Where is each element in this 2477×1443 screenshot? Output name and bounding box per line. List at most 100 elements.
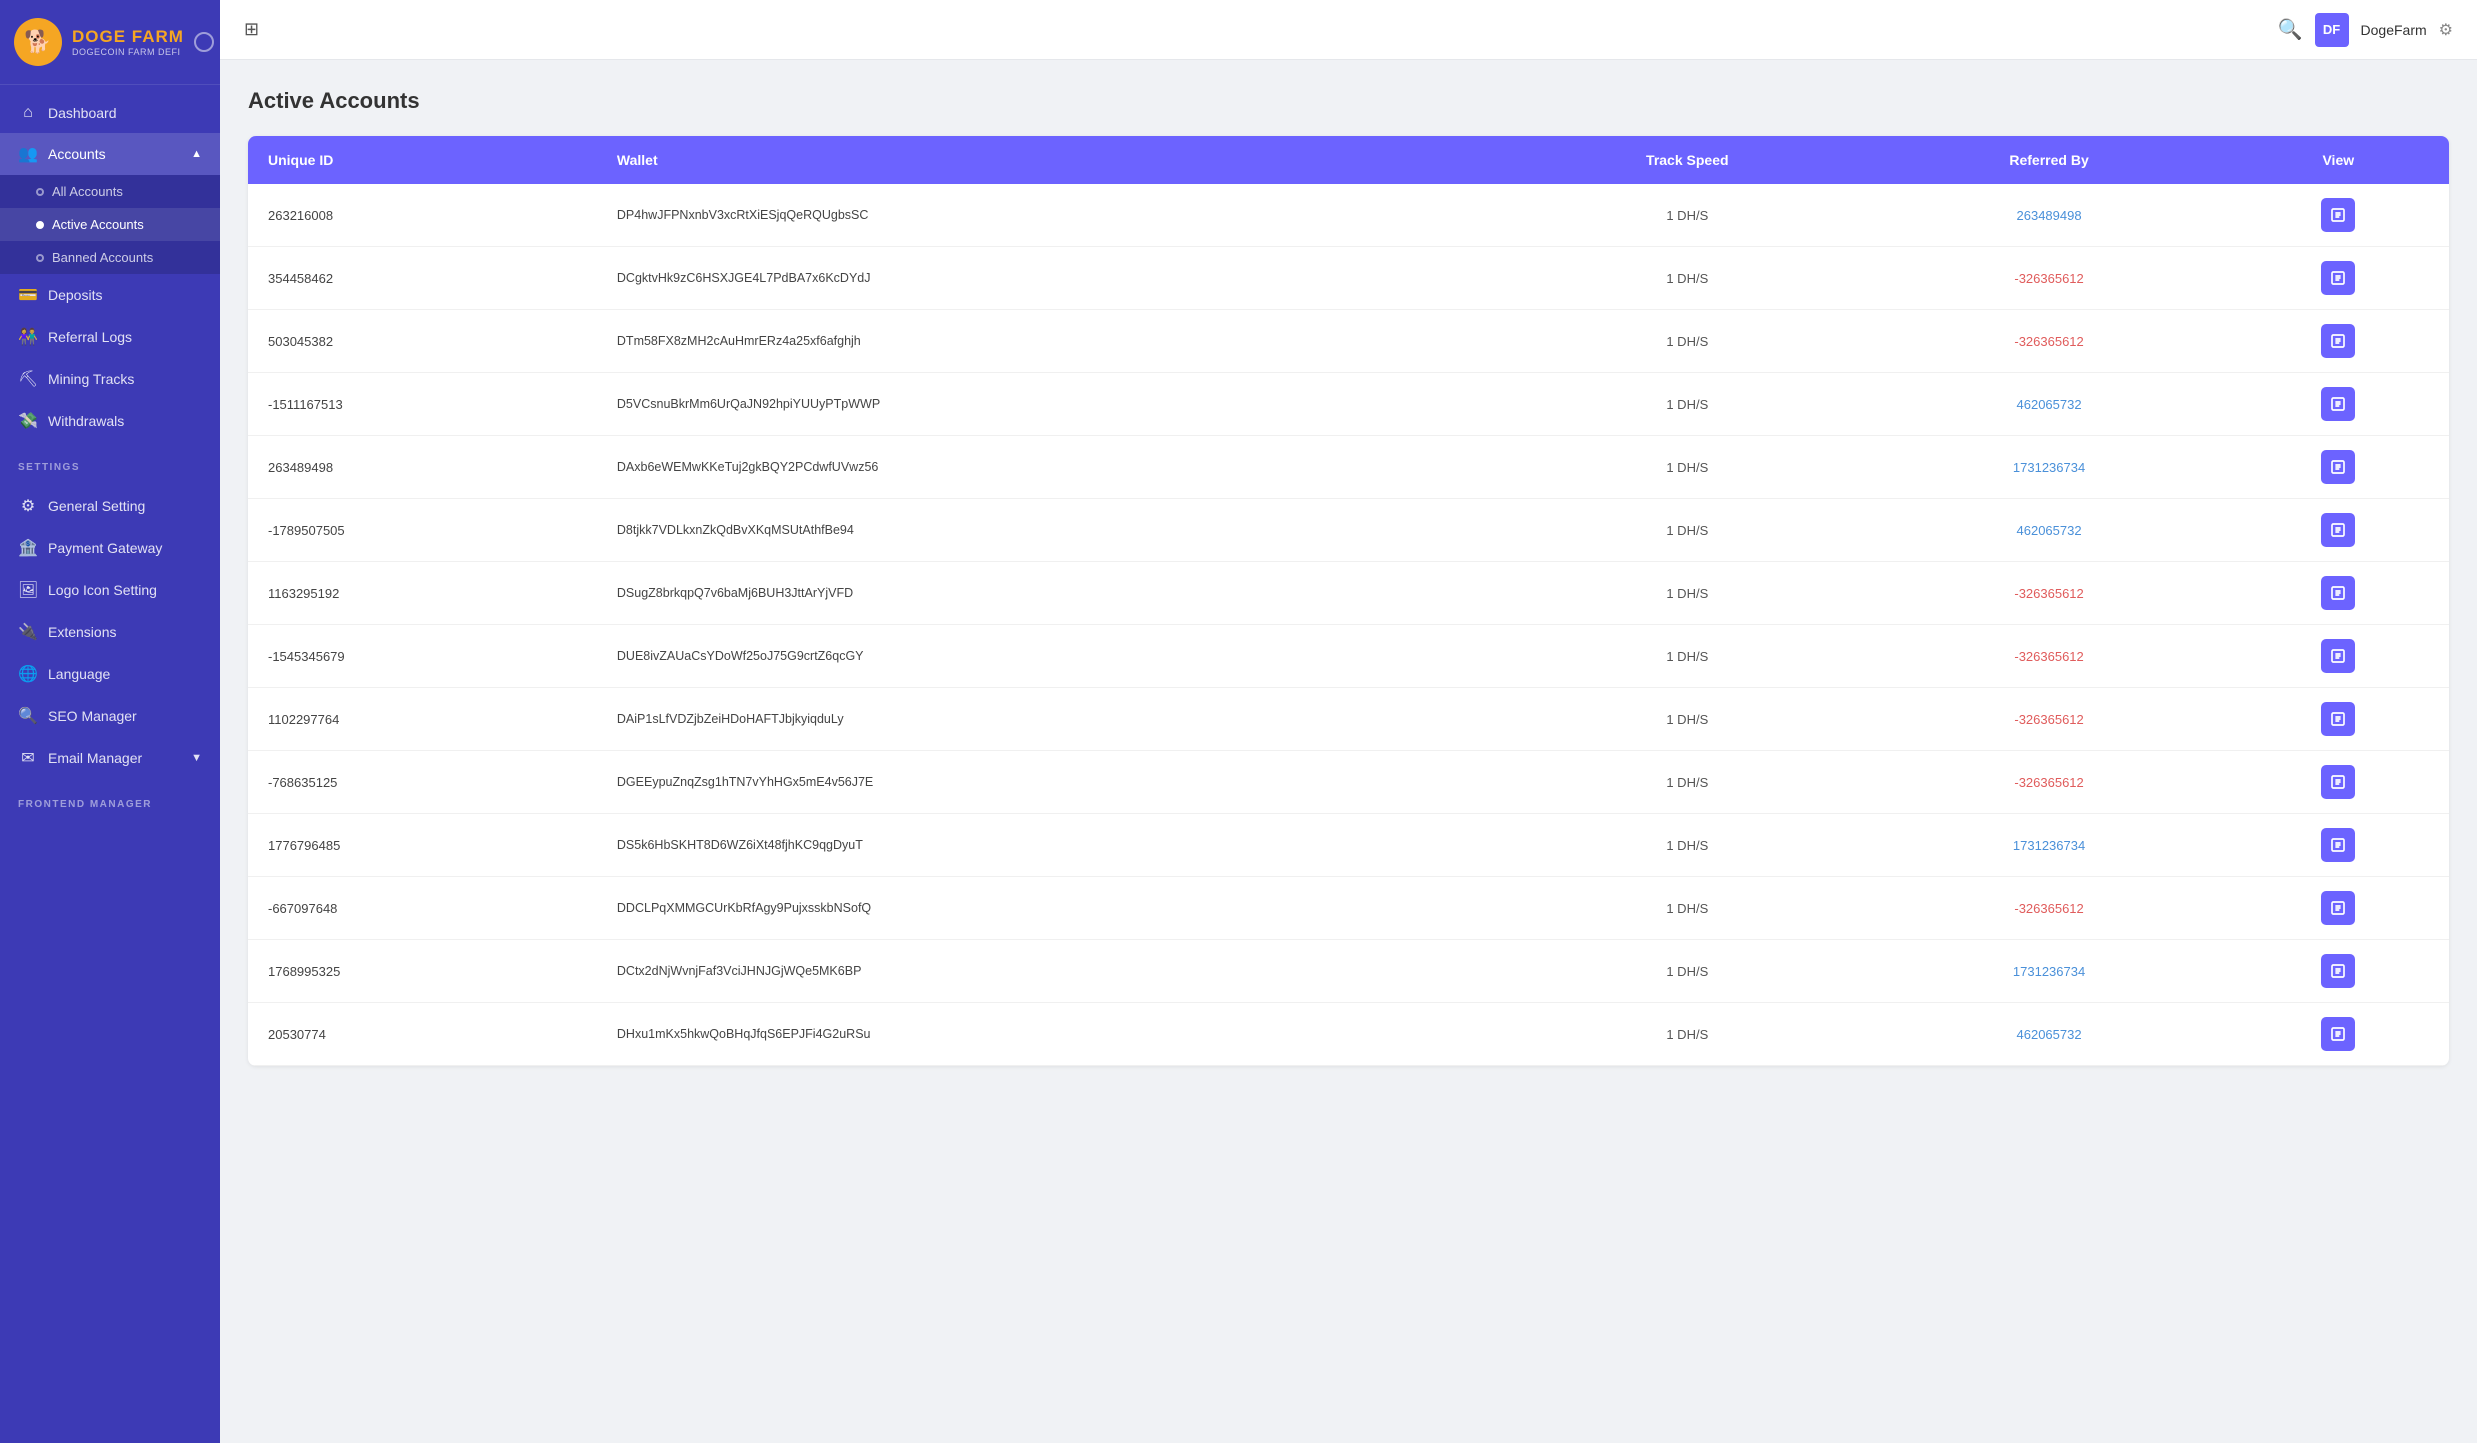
cell-wallet: DSugZ8brkqpQ7v6baMj6BUH3JttArYjVFD [597, 562, 1504, 625]
cell-referred: -326365612 [1871, 310, 2228, 373]
cell-referred: -326365612 [1871, 751, 2228, 814]
sidebar-item-mining-tracks[interactable]: ⛏ Mining Tracks [0, 358, 220, 400]
logo-text: DOGE FARM DOGECOIN FARM DEFI [72, 27, 184, 57]
sidebar-label-dashboard: Dashboard [48, 105, 117, 121]
sidebar-item-accounts[interactable]: 👥 Accounts ▲ [0, 133, 220, 175]
cell-view [2228, 1003, 2449, 1066]
view-button[interactable] [2321, 513, 2355, 547]
view-button[interactable] [2321, 261, 2355, 295]
cell-uid: 1102297764 [248, 688, 597, 751]
sidebar-item-withdrawals[interactable]: 💸 Withdrawals [0, 400, 220, 442]
cell-speed: 1 DH/S [1504, 373, 1870, 436]
view-button[interactable] [2321, 954, 2355, 988]
view-button[interactable] [2321, 387, 2355, 421]
cell-speed: 1 DH/S [1504, 184, 1870, 247]
logo-title: DOGE FARM [72, 27, 184, 47]
view-button[interactable] [2321, 639, 2355, 673]
expand-icon[interactable]: ⊞ [244, 19, 259, 40]
sidebar-label-extensions: Extensions [48, 624, 116, 640]
sidebar-item-email-manager[interactable]: ✉ Email Manager ▼ [0, 737, 220, 779]
table-row: -667097648 DDCLPqXMMGCUrKbRfAgy9Pujxsskb… [248, 877, 2449, 940]
cell-uid: -768635125 [248, 751, 597, 814]
cell-referred: 1731236734 [1871, 436, 2228, 499]
cell-wallet: DUE8ivZAUaCsYDoWf25oJ75G9crtZ6qcGY [597, 625, 1504, 688]
cell-wallet: DDCLPqXMMGCUrKbRfAgy9PujxsskbNSofQ [597, 877, 1504, 940]
sidebar-item-extensions[interactable]: 🔌 Extensions [0, 611, 220, 653]
sidebar-item-dashboard[interactable]: ⌂ Dashboard [0, 93, 220, 133]
table-header: Unique ID Wallet Track Speed Referred By… [248, 136, 2449, 184]
table-row: -1511167513 D5VCsnuBkrMm6UrQaJN92hpiYUUy… [248, 373, 2449, 436]
view-button[interactable] [2321, 450, 2355, 484]
search-icon[interactable]: 🔍 [2278, 17, 2303, 42]
sidebar-item-referral-logs[interactable]: 👫 Referral Logs [0, 316, 220, 358]
view-button[interactable] [2321, 765, 2355, 799]
logo-image: 🐕 [14, 18, 62, 66]
sidebar-item-banned-accounts[interactable]: Banned Accounts [0, 241, 220, 274]
sidebar-label-language: Language [48, 666, 110, 682]
table-row: 503045382 DTm58FX8zMH2cAuHmrERz4a25xf6af… [248, 310, 2449, 373]
logo-subtitle: DOGECOIN FARM DEFI [72, 47, 184, 57]
sidebar-label-deposits: Deposits [48, 287, 102, 303]
view-button[interactable] [2321, 891, 2355, 925]
chevron-down-icon: ▼ [191, 752, 202, 764]
cell-wallet: DAiP1sLfVDZjbZeiHDoHAFTJbjkyiqduLy [597, 688, 1504, 751]
cell-wallet: DCgktvHk9zC6HSXJGE4L7PdBA7x6KcDYdJ [597, 247, 1504, 310]
extension-icon: 🔌 [18, 622, 38, 642]
accounts-subnav: All Accounts Active Accounts Banned Acco… [0, 175, 220, 274]
view-button[interactable] [2321, 828, 2355, 862]
cell-uid: 1163295192 [248, 562, 597, 625]
settings-icon[interactable]: ⚙ [2439, 20, 2453, 40]
frontend-section-label: FRONTEND MANAGER [0, 787, 220, 814]
referral-icon: 👫 [18, 327, 38, 347]
sidebar-label-active-accounts: Active Accounts [52, 217, 144, 232]
cell-uid: -667097648 [248, 877, 597, 940]
sidebar-item-general-setting[interactable]: ⚙ General Setting [0, 485, 220, 527]
view-button[interactable] [2321, 324, 2355, 358]
view-button[interactable] [2321, 702, 2355, 736]
cell-view [2228, 814, 2449, 877]
table-row: 263489498 DAxb6eWEMwKKeTuj2gkBQY2PCdwfUV… [248, 436, 2449, 499]
cell-view [2228, 499, 2449, 562]
sub-dot-all [36, 188, 44, 196]
table-row: -768635125 DGEEypuZnqZsg1hTN7vYhHGx5mE4v… [248, 751, 2449, 814]
cell-referred: 462065732 [1871, 373, 2228, 436]
sidebar-logo: 🐕 DOGE FARM DOGECOIN FARM DEFI [0, 0, 220, 85]
view-button[interactable] [2321, 576, 2355, 610]
sidebar-label-mining-tracks: Mining Tracks [48, 371, 134, 387]
cell-speed: 1 DH/S [1504, 247, 1870, 310]
cell-uid: -1545345679 [248, 625, 597, 688]
sidebar-item-payment-gateway[interactable]: 🏦 Payment Gateway [0, 527, 220, 569]
view-button[interactable] [2321, 198, 2355, 232]
cell-uid: -1511167513 [248, 373, 597, 436]
sidebar-item-deposits[interactable]: 💳 Deposits [0, 274, 220, 316]
language-icon: 🌐 [18, 664, 38, 684]
sidebar-item-logo-icon-setting[interactable]: 🖼 Logo Icon Setting [0, 569, 220, 611]
avatar: DF [2315, 13, 2349, 47]
sidebar-label-payment-gateway: Payment Gateway [48, 540, 162, 556]
content-area: Active Accounts Unique ID Wallet Track S… [220, 60, 2477, 1443]
seo-icon: 🔍 [18, 706, 38, 726]
table-row: -1789507505 D8tjkk7VDLkxnZkQdBvXKqMSUtAt… [248, 499, 2449, 562]
sidebar-item-active-accounts[interactable]: Active Accounts [0, 208, 220, 241]
table-row: 20530774 DHxu1mKx5hkwQoBHqJfqS6EPJFi4G2u… [248, 1003, 2449, 1066]
table-row: 263216008 DP4hwJFPNxnbV3xcRtXiESjqQeRQUg… [248, 184, 2449, 247]
cell-speed: 1 DH/S [1504, 1003, 1870, 1066]
sidebar-item-all-accounts[interactable]: All Accounts [0, 175, 220, 208]
cell-view [2228, 247, 2449, 310]
col-view: View [2228, 136, 2449, 184]
sub-dot-active [36, 221, 44, 229]
topbar: ⊞ 🔍 DF DogeFarm ⚙ [220, 0, 2477, 60]
sidebar-item-language[interactable]: 🌐 Language [0, 653, 220, 695]
sidebar-label-accounts: Accounts [48, 146, 106, 162]
col-wallet: Wallet [597, 136, 1504, 184]
sidebar-item-seo-manager[interactable]: 🔍 SEO Manager [0, 695, 220, 737]
home-icon: ⌂ [18, 104, 38, 122]
cell-referred: -326365612 [1871, 688, 2228, 751]
view-button[interactable] [2321, 1017, 2355, 1051]
gear-icon: ⚙ [18, 496, 38, 516]
cell-referred: -326365612 [1871, 247, 2228, 310]
cell-referred: 462065732 [1871, 1003, 2228, 1066]
cell-speed: 1 DH/S [1504, 688, 1870, 751]
payment-icon: 🏦 [18, 538, 38, 558]
sidebar-label-general-setting: General Setting [48, 498, 145, 514]
